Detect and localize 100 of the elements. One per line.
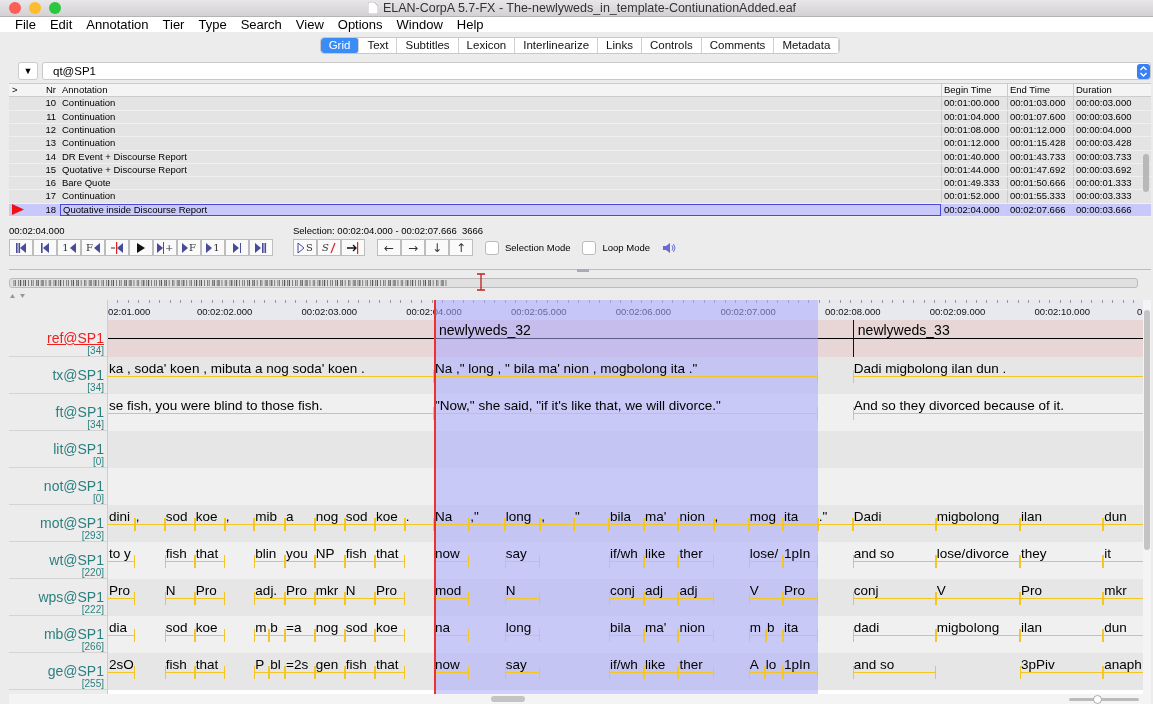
annotation[interactable]: V [748,583,783,605]
checkbox-label[interactable]: Loop Mode [602,242,651,253]
annotation[interactable]: migbolong [935,620,1020,642]
splitter-handle[interactable] [577,269,589,272]
arrow-button[interactable]: → [401,239,425,256]
menu-item[interactable]: Tier [155,17,192,33]
annotation[interactable]: dadi [852,620,936,642]
annotation[interactable]: P [254,657,270,679]
annotation[interactable]: that [375,546,405,568]
media-button[interactable]: + [153,239,177,256]
table-row[interactable]: 12 Continuation 00:01:08.000 00:01:12.000 00:00:04.000 [9,123,1151,138]
annotation[interactable]: conj [852,583,936,605]
table-row[interactable]: 14 DR Event + Discourse Report 00:01:40.000 00:01:43.733 00:00:03.733 [9,150,1151,164]
annotation[interactable]: dia [108,620,135,642]
annotation[interactable]: lose/ [748,546,783,568]
annotation[interactable]: that [375,657,405,679]
annotation[interactable]: bila [609,509,645,531]
annotation[interactable]: adj. [254,583,286,605]
annotation[interactable]: koe [375,509,405,531]
tier-track[interactable] [108,468,1143,505]
annotation[interactable]: ma' [644,620,679,642]
tier-label[interactable]: wps@SP1 [222] [9,579,107,616]
annotation[interactable]: N [504,583,541,605]
media-button[interactable] [129,239,153,256]
annotation[interactable]: ," [469,509,505,531]
annotation[interactable]: bila [609,620,645,642]
annotation[interactable]: conj [609,583,645,605]
media-button[interactable] [33,239,57,256]
selection-button[interactable]: S [293,239,317,256]
annotation[interactable]: like [644,546,679,568]
minimize-button[interactable] [29,2,41,14]
tier-label[interactable]: not@SP1 [0] [9,468,107,505]
annotation[interactable]: migbolong [935,509,1020,531]
annotation[interactable]: 2sO [108,657,135,679]
arrow-button[interactable]: ← [377,239,401,256]
annotation[interactable]: koe [194,509,225,531]
close-button[interactable] [9,2,21,14]
media-button[interactable]: F [177,239,201,256]
annotation[interactable]: mod [434,583,470,605]
annotation[interactable]: NP [314,546,345,568]
annotation[interactable]: ka , soda' koen , mibuta a nog soda' koen . [108,361,435,383]
table-row[interactable]: 11 Continuation 00:01:04.000 00:01:07.600 00:00:03.600 [9,110,1151,124]
speaker-icon[interactable] [662,241,677,254]
annotation[interactable]: sod [344,509,375,531]
scrollbar[interactable] [1143,154,1149,193]
tier-label[interactable]: mb@SP1 [266] [9,616,107,653]
media-button[interactable] [9,239,33,256]
annotation[interactable]: they [1019,546,1104,568]
annotation[interactable]: "Now," she said, "if it's like that, we will divorce." [434,398,818,420]
tier-label[interactable]: ft@SP1 [34] [9,394,107,431]
tier-dropdown[interactable]: qt@SP1 [42,62,1151,81]
annotation[interactable]: Pro [375,583,405,605]
media-button[interactable]: 1 [201,239,225,256]
column-header[interactable]: Nr [28,84,60,97]
annotation[interactable]: blin [254,546,286,568]
annotation[interactable]: sod [164,620,195,642]
annotation[interactable]: 1pIn [782,657,818,679]
checkbox-label[interactable]: Selection Mode [505,242,571,253]
annotation[interactable]: ilan [1019,509,1104,531]
annotation[interactable]: long [504,509,541,531]
column-header[interactable]: > [9,84,28,97]
annotation[interactable]: =2s [285,657,315,679]
annotation[interactable]: Dadi [852,509,936,531]
tier-label[interactable]: ge@SP1 [255] [9,653,107,690]
menu-item[interactable]: Options [330,17,390,33]
annotation[interactable]: ther [678,657,714,679]
annotation[interactable]: sod [164,509,195,531]
zoom-button[interactable] [49,2,61,14]
annotation[interactable]: ilan [1019,620,1104,642]
table-row[interactable]: 15 Quotative + Discourse Report 00:01:44.000 00:01:47.692 00:00:03.692 [9,163,1151,178]
tier-label[interactable]: wt@SP1 [220] [9,542,107,579]
annotation[interactable]: and so [852,546,936,568]
annotation[interactable]: Na ," long , " bila ma' nion , mogbolong ita ." [434,361,818,383]
annotation[interactable]: lose/divorce [935,546,1020,568]
annotation[interactable]: like [644,657,679,679]
menu-item[interactable]: Edit [42,17,80,33]
tier-track[interactable] [108,431,1143,468]
annotation[interactable]: Pro [194,583,225,605]
annotation[interactable]: Pro [285,583,315,605]
column-header[interactable]: Annotation [60,84,941,97]
annotation[interactable]: and so [852,657,936,679]
annotation[interactable]: ma' [644,509,679,531]
menu-item[interactable]: File [8,17,43,33]
annotation[interactable]: b [269,620,286,642]
annotation[interactable]: Pro [1019,583,1104,605]
annotation[interactable]: N [344,583,375,605]
annotation[interactable]: adj [644,583,679,605]
annotation[interactable]: Na [434,509,470,531]
annotation[interactable]: bl [269,657,286,679]
zoom-slider[interactable] [1069,698,1139,701]
annotation[interactable]: if/wh [609,657,645,679]
annotation[interactable]: se fish, you were blind to those fish. [108,398,435,420]
annotation[interactable]: to y [108,546,135,568]
annotation[interactable]: sod [344,620,375,642]
annotation[interactable]: koe [375,620,405,642]
annotation[interactable]: adj [678,583,714,605]
annotation[interactable]: ita [782,509,818,531]
menu-item[interactable]: Help [449,17,491,33]
media-button[interactable] [225,239,249,256]
annotation[interactable]: fish [344,546,375,568]
